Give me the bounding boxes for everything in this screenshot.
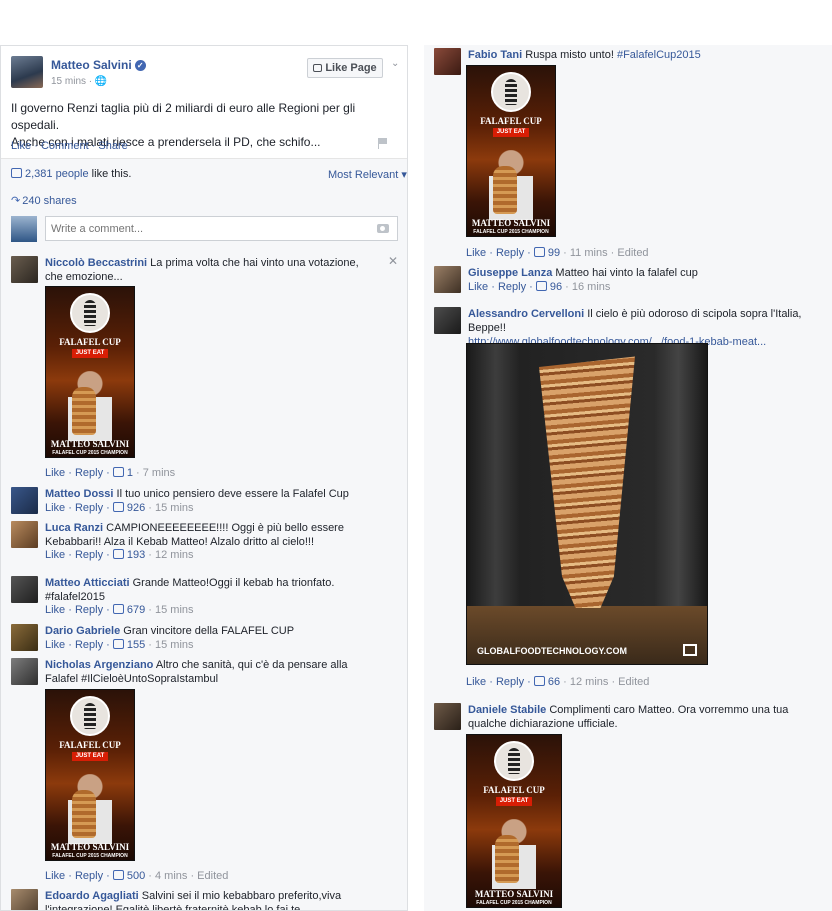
comment-actions[interactable]: Like · Reply · 96 · 16 mins (468, 281, 610, 293)
thumbs-up-icon (112, 639, 124, 649)
thumbs-up-icon (112, 502, 124, 512)
verified-icon: ✓ (134, 60, 146, 71)
comment-input[interactable] (45, 216, 398, 241)
hashtag-link[interactable]: #FalafelCup2015 (617, 49, 701, 61)
comment-actions[interactable]: Like · Reply · 66 · 12 mins · Edited (466, 676, 649, 688)
comments-panel: Fabio Tani Ruspa misto unto! #FalafelCup… (424, 45, 832, 911)
author-avatar[interactable] (11, 56, 43, 88)
commenter-avatar[interactable] (11, 487, 38, 514)
write-comment-row (11, 216, 399, 242)
thumbs-up-icon (535, 281, 547, 291)
thumbs-up-icon (533, 247, 545, 257)
commenter-avatar[interactable] (11, 521, 38, 548)
comment-actions[interactable]: Like · Reply · 155 · 15 mins (45, 639, 194, 651)
comment-actions[interactable]: Like · Reply · 193 · 12 mins (45, 549, 194, 561)
like-page-button[interactable]: Like Page (307, 58, 383, 78)
commenter-avatar[interactable] (11, 658, 38, 685)
thumbs-up-icon (112, 549, 124, 559)
commenter-name[interactable]: Edoardo Agagliati (45, 890, 139, 902)
likes-count[interactable]: 2,381 people (25, 168, 89, 180)
commenter-name[interactable]: Giuseppe Lanza (468, 267, 552, 279)
post-card: Matteo Salvini ✓ 15 mins · 🌐 Like Page ⌄ … (1, 46, 407, 159)
thumbs-up-icon (313, 64, 323, 72)
shares-link[interactable]: ↷ 240 shares (11, 194, 77, 207)
commenter-avatar[interactable] (434, 307, 461, 334)
thumbs-up-icon (533, 676, 545, 686)
commenter-avatar[interactable] (11, 624, 38, 651)
comment-actions[interactable]: Like · Reply · 926 · 15 mins (45, 502, 194, 514)
comment-actions[interactable]: Like · Reply · 500 · 4 mins · Edited (45, 870, 228, 882)
post-panel: Matteo Salvini ✓ 15 mins · 🌐 Like Page ⌄ … (0, 45, 408, 911)
commenter-avatar[interactable] (434, 266, 461, 293)
comment-text: Gran vincitore della FALAFEL CUP (123, 625, 295, 637)
user-avatar (11, 216, 37, 242)
camera-icon[interactable] (377, 224, 389, 233)
commenter-avatar[interactable] (11, 256, 38, 283)
kebab-photo[interactable]: GLOBALFOODTECHNOLOGY.COM (466, 343, 708, 665)
falafel-cup-image[interactable]: FALAFEL CUP JUST EAT MATTEO SALVINI FALA… (466, 734, 562, 908)
close-icon[interactable]: ✕ (388, 254, 398, 268)
sort-dropdown[interactable]: Most Relevant ▾ (328, 168, 407, 181)
post-timestamp[interactable]: 15 mins · 🌐 (51, 76, 107, 87)
comment-text: Ruspa misto unto! (525, 49, 617, 61)
commenter-avatar[interactable] (11, 889, 38, 910)
falafel-cup-logo (70, 293, 110, 333)
thumbs-up-icon (11, 168, 22, 178)
falafel-cup-image[interactable]: FALAFEL CUP JUST EAT MATTEO SALVINI FALA… (466, 65, 556, 237)
falafel-cup-image[interactable]: FALAFEL CUP JUST EAT MATTEO SALVINI FALA… (45, 286, 135, 458)
falafel-cup-image[interactable]: FALAFEL CUP JUST EAT MATTEO SALVINI FALA… (45, 689, 135, 861)
comment-text: Il tuo unico pensiero deve essere la Fal… (116, 488, 349, 500)
comment-actions[interactable]: Like · Reply · 99 · 11 mins · Edited (466, 247, 649, 259)
kebab-spit (539, 356, 635, 608)
chevron-down-icon[interactable]: ⌄ (391, 58, 399, 69)
likes-row: 2,381 people like this. Most Relevant ▾ (1, 160, 407, 186)
exit-share-icon[interactable] (683, 644, 697, 656)
share-arrow-icon: ↷ (11, 195, 21, 207)
commenter-name[interactable]: Luca Ranzi (45, 522, 103, 534)
thumbs-up-icon (112, 870, 124, 880)
falafel-cup-logo (494, 741, 534, 781)
comment-text: Matteo hai vinto la falafel cup (555, 267, 698, 279)
commenter-name[interactable]: Nicholas Argenziano (45, 659, 153, 671)
commenter-name[interactable]: Matteo Atticciati (45, 577, 130, 589)
commenter-name[interactable]: Daniele Stabile (468, 704, 546, 716)
commenter-avatar[interactable] (434, 703, 461, 730)
falafel-cup-logo (491, 72, 531, 112)
commenter-avatar[interactable] (11, 576, 38, 603)
falafel-cup-logo (70, 696, 110, 736)
commenter-name[interactable]: Niccolò Beccastrini (45, 257, 147, 269)
commenter-name[interactable]: Fabio Tani (468, 49, 522, 61)
commenter-name[interactable]: Matteo Dossi (45, 488, 113, 500)
commenter-avatar[interactable] (434, 48, 461, 75)
commenter-name[interactable]: Alessandro Cervelloni (468, 308, 584, 320)
comment-actions[interactable]: Like · Reply · 1 · 7 mins (45, 467, 175, 479)
commenter-name[interactable]: Dario Gabriele (45, 625, 120, 637)
post-actions[interactable]: Like · Comment · Share (11, 140, 128, 152)
photo-watermark: GLOBALFOODTECHNOLOGY.COM (477, 646, 627, 656)
thumbs-up-icon (112, 467, 124, 477)
thumbs-up-icon (112, 604, 124, 614)
flag-icon[interactable] (378, 138, 388, 149)
comment-actions[interactable]: Like · Reply · 679 · 15 mins (45, 604, 194, 616)
post-author[interactable]: Matteo Salvini ✓ (51, 58, 146, 72)
